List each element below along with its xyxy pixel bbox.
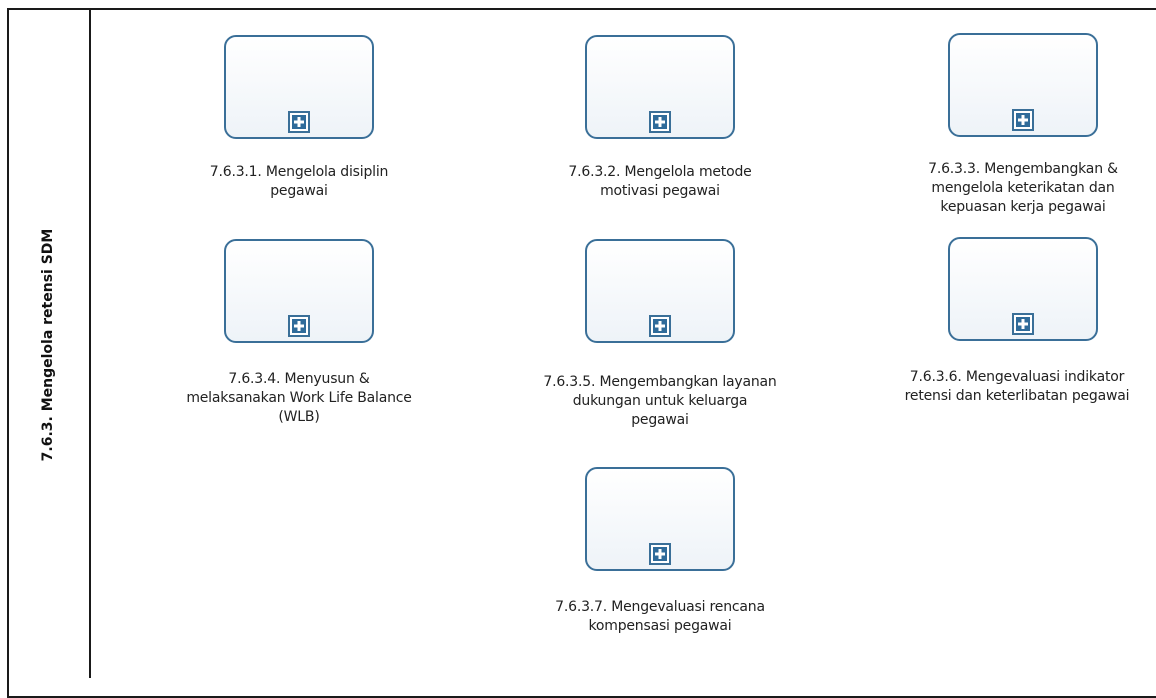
plus-square-icon[interactable]: [649, 315, 671, 337]
plus-square-icon[interactable]: [1012, 313, 1034, 335]
subprocess-task-4[interactable]: [224, 239, 374, 343]
plus-square-icon[interactable]: [649, 111, 671, 133]
task-label-2: 7.6.3.2. Mengelola metode motivasi pegaw…: [568, 164, 752, 199]
task-label-1: 7.6.3.1. Mengelola disiplin pegawai: [209, 164, 389, 199]
subprocess-task-1[interactable]: [224, 35, 374, 139]
subprocess-task-3[interactable]: [948, 33, 1098, 137]
plus-square-icon[interactable]: [288, 111, 310, 133]
plus-square-icon[interactable]: [1012, 109, 1034, 131]
lane-label: 7.6.3. Mengelola retensi SDM: [40, 228, 56, 462]
task-label-4: 7.6.3.4. Menyusun & melaksanakan Work Li…: [186, 371, 412, 425]
task-label-5: 7.6.3.5. Mengembangkan layanan dukungan …: [543, 374, 777, 428]
subprocess-task-2[interactable]: [585, 35, 735, 139]
bpmn-diagram-canvas: 7.6.3. Mengelola retensi SDM 7.6.3.1. Me…: [0, 0, 1156, 698]
task-label-6: 7.6.3.6. Mengevaluasi indikator retensi …: [904, 369, 1130, 404]
task-label-7: 7.6.3.7. Mengevaluasi rencana kompensasi…: [555, 599, 765, 634]
subprocess-task-7[interactable]: [585, 467, 735, 571]
subprocess-task-5[interactable]: [585, 239, 735, 343]
plus-square-icon[interactable]: [649, 543, 671, 565]
plus-square-icon[interactable]: [288, 315, 310, 337]
subprocess-task-6[interactable]: [948, 237, 1098, 341]
task-label-3: 7.6.3.3. Mengembangkan & mengelola keter…: [928, 161, 1118, 215]
lane-divider: [89, 8, 91, 678]
